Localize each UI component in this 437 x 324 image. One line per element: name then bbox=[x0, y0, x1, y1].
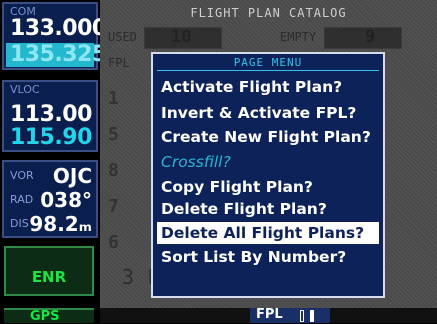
menu-item-sort-list-by-number[interactable]: Sort List By Number? bbox=[157, 246, 379, 268]
page-title: FLIGHT PLAN CATALOG bbox=[190, 6, 347, 20]
com-standby-highlight[interactable]: 135.325 bbox=[6, 42, 107, 67]
vloc-active-frequency: 113.00 bbox=[10, 102, 92, 127]
dis-tag: DIS bbox=[10, 217, 29, 230]
cdi-mode-box: ENR bbox=[4, 246, 94, 296]
empty-field: 9 bbox=[324, 27, 402, 49]
rad-value: 038° bbox=[40, 188, 92, 212]
vor-tag: VOR bbox=[10, 169, 34, 182]
vor-ident: OJC bbox=[52, 164, 92, 188]
used-field: 10 bbox=[144, 27, 222, 49]
page-menu-title: PAGE MENU bbox=[233, 56, 303, 69]
cdi-mode-label: ENR bbox=[31, 268, 67, 286]
menu-item-create-new-flight-plan[interactable]: Create New Flight Plan? bbox=[157, 126, 379, 148]
dis-row: DIS 98.2ₘ bbox=[8, 212, 96, 236]
vloc-tag: VLOC bbox=[10, 83, 40, 96]
empty-label: EMPTY bbox=[280, 30, 317, 44]
vloc-frequency-box[interactable]: VLOC 113.00 115.90 bbox=[2, 80, 98, 152]
status-gps: GPS bbox=[4, 308, 94, 324]
page-group-tab: FPL bbox=[250, 307, 330, 323]
empty-value: 9 bbox=[365, 27, 376, 47]
com-active-frequency: 133.000 bbox=[10, 16, 107, 41]
list-row-number: 7 bbox=[108, 196, 119, 217]
rad-tag: RAD bbox=[10, 193, 34, 206]
list-row-number: 8 bbox=[108, 160, 119, 181]
gns-screen: COM 133.000 135.325 VLOC 113.00 115.90 V… bbox=[0, 0, 437, 324]
menu-divider bbox=[157, 70, 379, 71]
page-indicator-empty bbox=[300, 310, 304, 322]
vor-info-box: VOR OJC RAD 038° DIS 98.2ₘ bbox=[2, 160, 98, 238]
list-row-number: 1 bbox=[108, 88, 119, 109]
used-value: 10 bbox=[171, 27, 192, 47]
fpl-column-label: FPL bbox=[108, 56, 130, 70]
page-menu-popup: PAGE MENU Activate Flight Plan? Invert &… bbox=[151, 52, 385, 298]
menu-item-invert-activate-fpl[interactable]: Invert & Activate FPL? bbox=[157, 102, 379, 124]
rad-row: RAD 038° bbox=[8, 188, 96, 212]
status-gps-label: GPS bbox=[30, 309, 60, 324]
status-fpl: FPL bbox=[100, 307, 437, 323]
menu-item-delete-all-flight-plans[interactable]: Delete All Flight Plans? bbox=[157, 222, 379, 244]
vor-row: VOR OJC bbox=[8, 164, 96, 188]
list-row-number: 6 bbox=[108, 232, 119, 253]
dis-value: 98.2ₘ bbox=[29, 212, 92, 236]
menu-item-crossfill: Crossfill? bbox=[161, 153, 231, 171]
menu-item-copy-flight-plan[interactable]: Copy Flight Plan? bbox=[157, 176, 379, 198]
com-standby-frequency: 135.325 bbox=[10, 42, 107, 67]
page-group-label: FPL bbox=[256, 307, 283, 322]
com-frequency-box[interactable]: COM 133.000 135.325 bbox=[2, 2, 107, 70]
vloc-standby-frequency: 115.90 bbox=[10, 125, 92, 150]
list-row-number: 5 bbox=[108, 124, 119, 145]
page-indicator-active bbox=[310, 310, 314, 322]
menu-item-activate-flight-plan[interactable]: Activate Flight Plan? bbox=[157, 76, 379, 98]
used-label: USED bbox=[108, 30, 137, 44]
menu-item-delete-flight-plan[interactable]: Delete Flight Plan? bbox=[157, 198, 379, 220]
